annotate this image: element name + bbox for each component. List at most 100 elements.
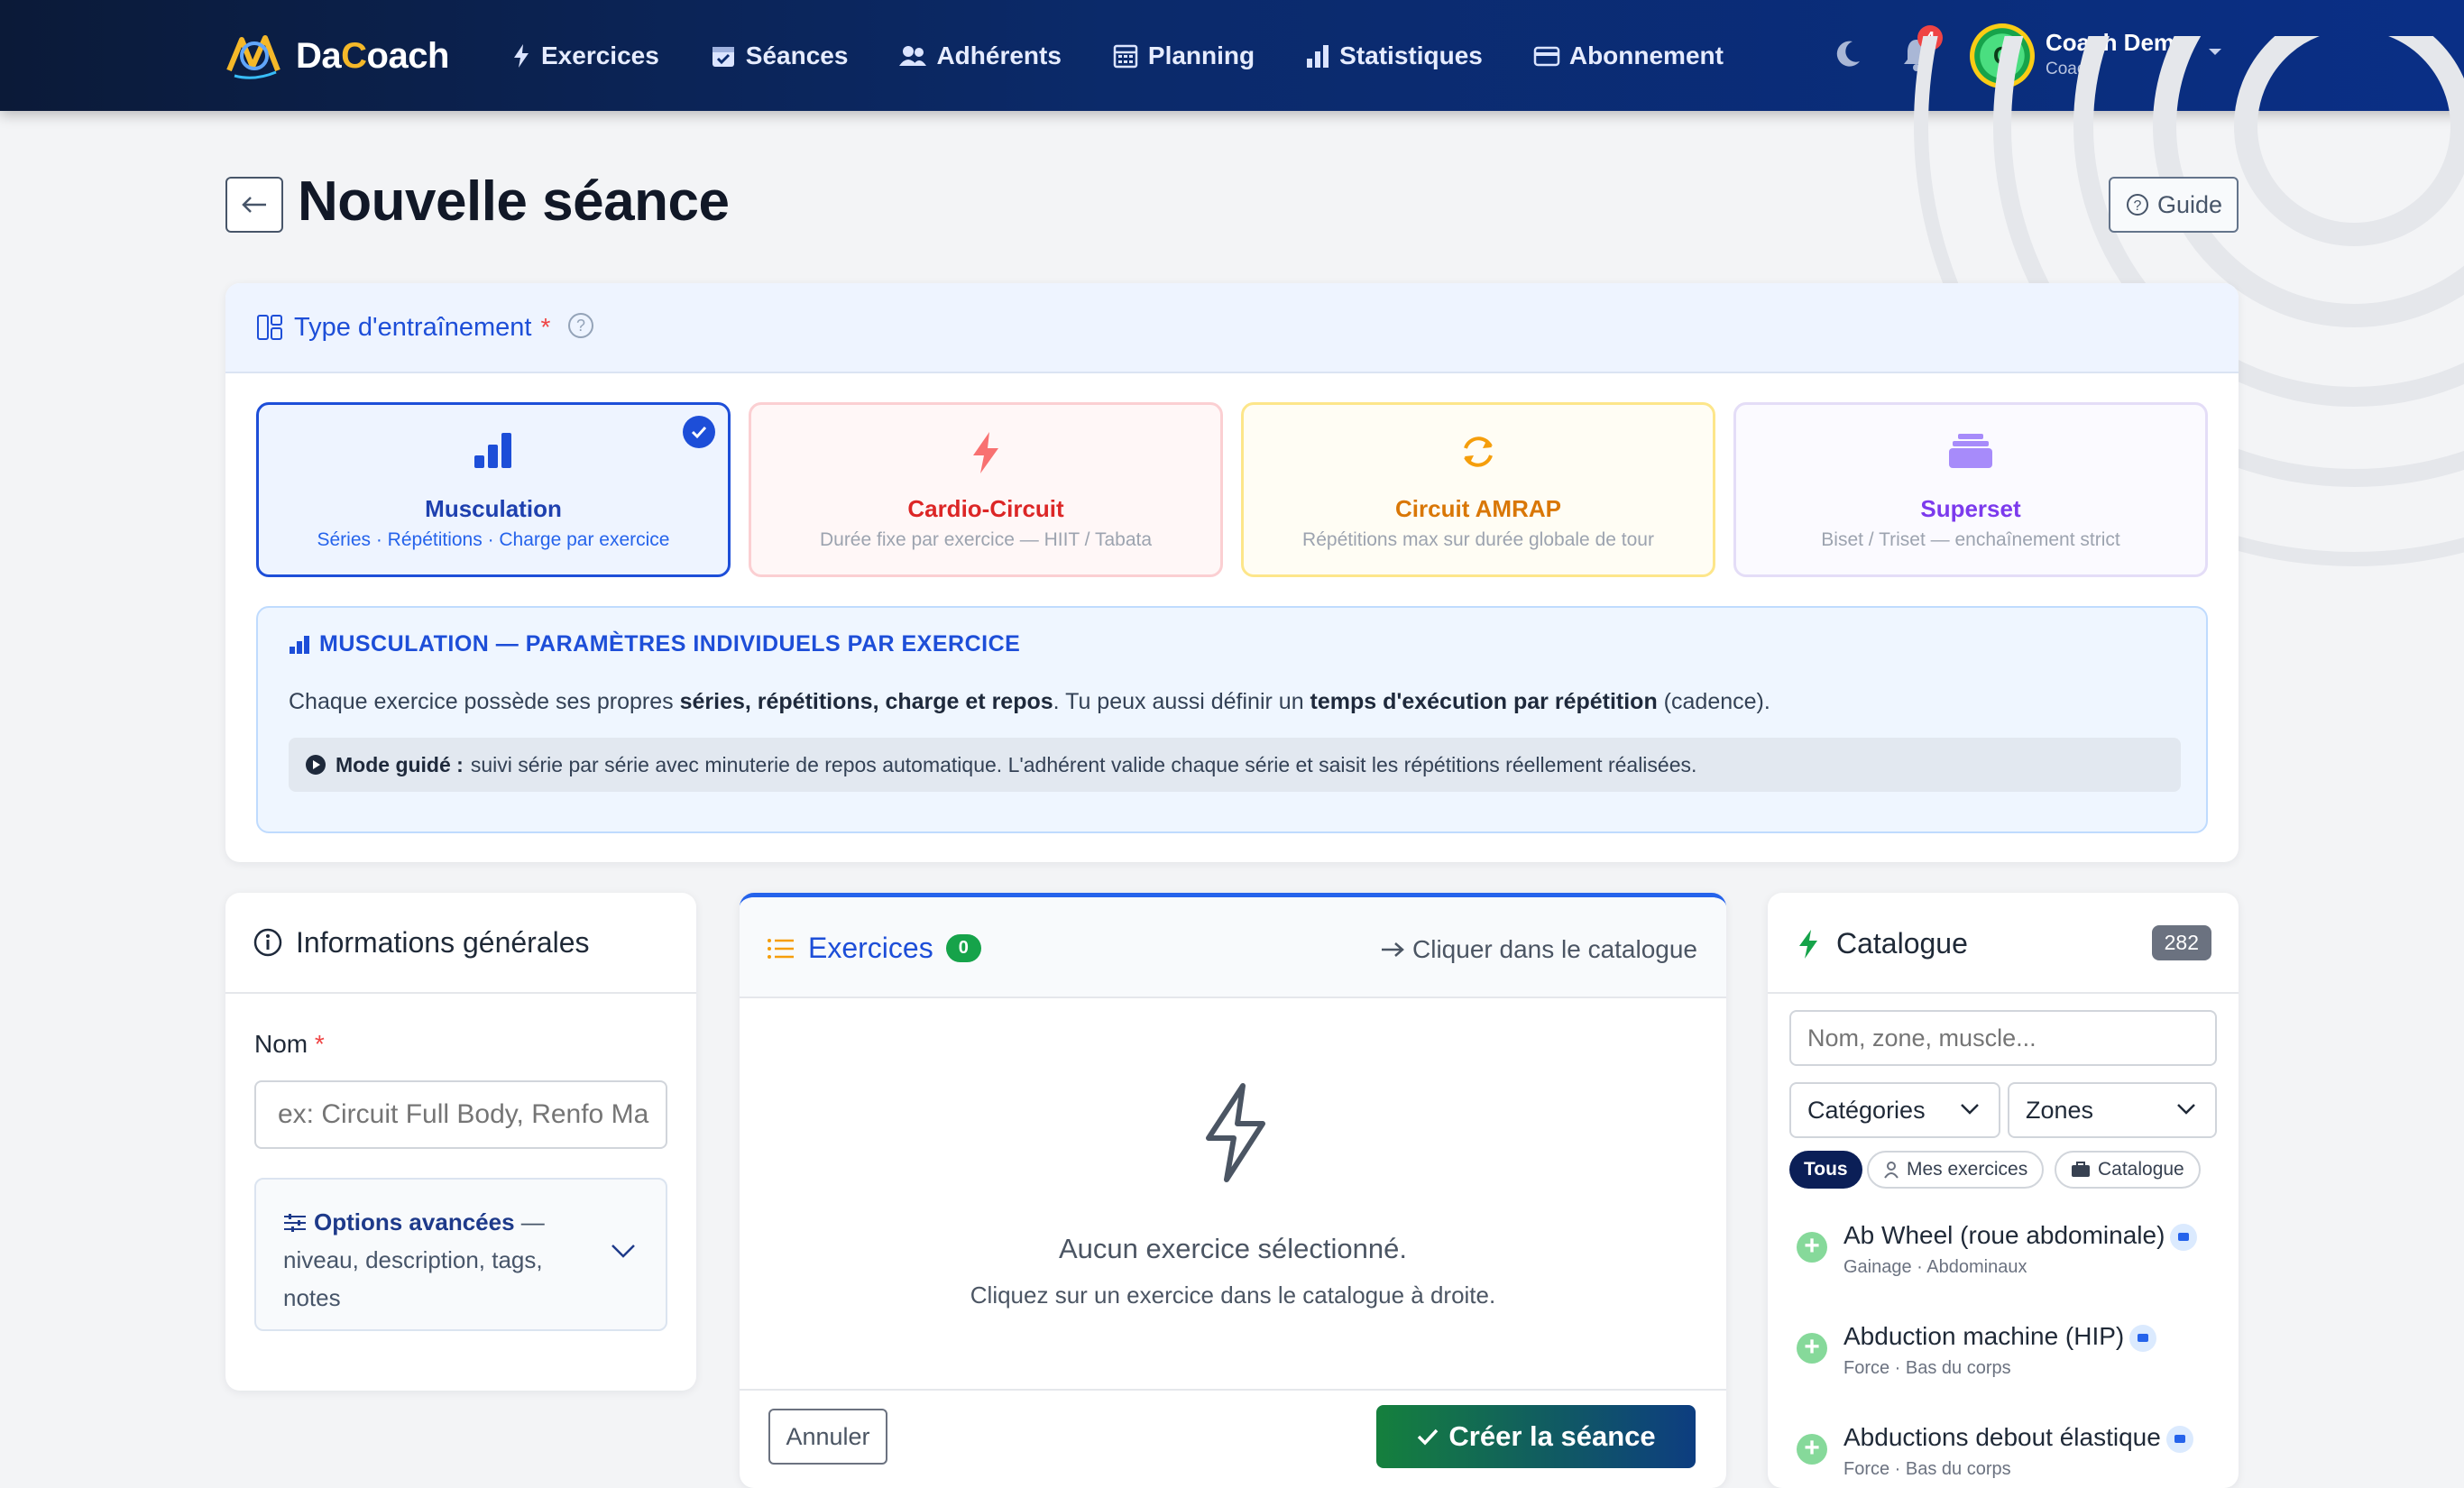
catalogue-hint: Cliquer dans le catalogue: [1380, 935, 1697, 964]
svg-text:?: ?: [2134, 198, 2142, 214]
nav-item-label: Planning: [1147, 41, 1255, 69]
check-icon: [1418, 1428, 1439, 1446]
moon-icon: [1836, 41, 1860, 67]
nav-item-exercices[interactable]: Exercices: [510, 36, 659, 76]
training-type-label: Type d'entraînement: [294, 312, 532, 342]
sliders-icon: [284, 1214, 306, 1232]
bolt-icon: [514, 44, 529, 68]
type-option-subtitle: Biset / Triset — enchaînement strict: [1821, 529, 2120, 550]
bolt-icon: [973, 432, 998, 473]
exercises-footer: Annuler Créer la séance: [740, 1389, 1726, 1488]
nav-item-abonnement[interactable]: Abonnement: [1533, 36, 1724, 76]
user-role: Coach: [2046, 60, 2095, 78]
add-plus-icon[interactable]: +: [1797, 1333, 1827, 1364]
dark-mode-toggle[interactable]: [1831, 38, 1863, 75]
training-type-header: Type d'entraînement * ?: [225, 283, 2239, 373]
type-info-box: MUSCULATION — PARAMÈTRES INDIVIDUELS PAR…: [256, 606, 2208, 833]
back-button[interactable]: [225, 177, 283, 233]
layers-icon: [1949, 434, 1992, 468]
chevron-down-icon: [2177, 1104, 2195, 1115]
exercise-count-badge: 0: [945, 934, 981, 962]
catalogue-item[interactable]: + Ab Wheel (roue abdominale) Gainage · A…: [1797, 1212, 2220, 1284]
catalogue-card: Catalogue 282 Catégories Zones Tous Mes …: [1768, 893, 2239, 1488]
brand[interactable]: DaCoach: [225, 27, 449, 85]
chevron-down-icon: [1961, 1104, 1979, 1115]
type-option-circuit-amrap[interactable]: Circuit AMRAP Répétitions max sur durée …: [1241, 402, 1715, 577]
categories-select[interactable]: Catégories: [1789, 1082, 2000, 1138]
layout-icon: [257, 315, 282, 340]
catalogue-item[interactable]: + Abduction machine (HIP) Force · Bas du…: [1797, 1313, 2220, 1385]
guided-mode-note: Mode guidé : suivi série par série avec m…: [289, 738, 2181, 792]
catalogue-search-input[interactable]: [1789, 1010, 2217, 1066]
user-menu-caret-icon[interactable]: [2206, 45, 2224, 62]
filter-chip-catalogue[interactable]: Catalogue: [2055, 1151, 2201, 1189]
type-info-title: MUSCULATION — PARAMÈTRES INDIVIDUELS PAR…: [289, 631, 1020, 657]
bar-chart-icon: [1307, 45, 1329, 68]
brand-logo-icon: [225, 31, 283, 81]
nav-item-label: Statistiques: [1339, 41, 1483, 69]
list-icon: [768, 938, 794, 959]
arrow-right-icon: [1382, 942, 1404, 957]
guide-button[interactable]: ? Guide: [2109, 177, 2239, 233]
advanced-options-toggle[interactable]: Options avancées — niveau, description, …: [254, 1178, 667, 1331]
type-option-subtitle: Répétitions max sur durée globale de tou…: [1302, 529, 1654, 550]
type-info-text: Chaque exercice possède ses propres séri…: [289, 689, 1770, 714]
required-mark: *: [540, 313, 551, 341]
bar-chart-icon: [474, 433, 511, 468]
type-option-subtitle: Séries · Répétitions · Charge par exerci…: [317, 529, 670, 550]
info-circle-icon: [253, 928, 282, 957]
nav-item-statistiques[interactable]: Statistiques: [1305, 36, 1483, 76]
type-option-subtitle: Durée fixe par exercice — HIIT / Tabata: [819, 529, 1153, 550]
catalogue-source-icon: [2165, 1425, 2193, 1453]
filter-chip-mes-exercices[interactable]: Mes exercices: [1867, 1151, 2045, 1189]
briefcase-icon: [2072, 1162, 2090, 1177]
catalogue-item-name: Abduction machine (HIP): [1843, 1322, 2157, 1352]
type-option-title: Musculation: [425, 495, 562, 522]
help-icon[interactable]: ?: [566, 311, 595, 344]
type-option-title: Superset: [1920, 495, 2021, 522]
catalogue-item-name: Ab Wheel (roue abdominale): [1843, 1221, 2198, 1251]
add-plus-icon[interactable]: +: [1797, 1434, 1827, 1465]
type-option-title: Circuit AMRAP: [1395, 495, 1561, 522]
calendar-check-icon: [712, 47, 734, 67]
create-session-button[interactable]: Créer la séance: [1376, 1405, 1696, 1468]
nav-item-label: Exercices: [541, 41, 659, 69]
exercises-header: Exercices 0 Cliquer dans le catalogue: [740, 897, 1726, 998]
name-field-label: Nom *: [254, 1030, 325, 1058]
filter-chip-tous[interactable]: Tous: [1789, 1151, 1862, 1189]
svg-text:?: ?: [576, 317, 585, 335]
nav-item-seances[interactable]: Séances: [710, 36, 848, 76]
users-icon: [899, 46, 927, 66]
calendar-grid-icon: [1113, 44, 1138, 69]
avatar[interactable]: C: [1970, 23, 2035, 88]
nav-item-label: Abonnement: [1568, 41, 1724, 69]
question-circle-icon: ?: [2126, 194, 2148, 216]
type-option-musculation[interactable]: Musculation Séries · Répétitions · Charg…: [256, 402, 731, 577]
bar-chart-icon: [290, 635, 309, 654]
zones-select[interactable]: Zones: [2008, 1082, 2217, 1138]
chevron-down-icon: [611, 1245, 635, 1258]
notification-count-badge: 4: [1917, 25, 1943, 51]
user-name[interactable]: Coach Demo: [2046, 29, 2189, 57]
catalogue-item[interactable]: + Abductions debout élastique Force · Ba…: [1797, 1414, 2220, 1486]
type-option-superset[interactable]: Superset Biset / Triset — enchaînement s…: [1733, 402, 2208, 577]
refresh-icon: [1464, 436, 1493, 467]
arrow-left-icon: [242, 197, 266, 213]
guide-label: Guide: [2156, 190, 2223, 218]
brand-name: DaCoach: [296, 35, 449, 76]
add-plus-icon[interactable]: +: [1797, 1232, 1827, 1263]
catalogue-title: Catalogue: [1797, 927, 1968, 960]
session-name-input[interactable]: [254, 1080, 667, 1149]
card-icon: [1533, 46, 1560, 67]
nav-item-adherents[interactable]: Adhérents: [898, 36, 1062, 76]
type-option-cardio-circuit[interactable]: Cardio-Circuit Durée fixe par exercice —…: [749, 402, 1223, 577]
nav-item-planning[interactable]: Planning: [1112, 36, 1255, 76]
catalogue-item-meta: Force · Bas du corps: [1843, 1459, 2011, 1479]
nav-item-label: Adhérents: [936, 41, 1062, 69]
catalogue-count-badge: 282: [2151, 925, 2211, 960]
exercises-title: Exercices 0: [767, 932, 981, 965]
advanced-options-text: Options avancées — niveau, description, …: [283, 1208, 545, 1311]
catalogue-source-icon: [2170, 1223, 2198, 1251]
training-type-card: Type d'entraînement * ? Musculation Séri…: [225, 283, 2239, 862]
cancel-button[interactable]: Annuler: [768, 1409, 887, 1465]
